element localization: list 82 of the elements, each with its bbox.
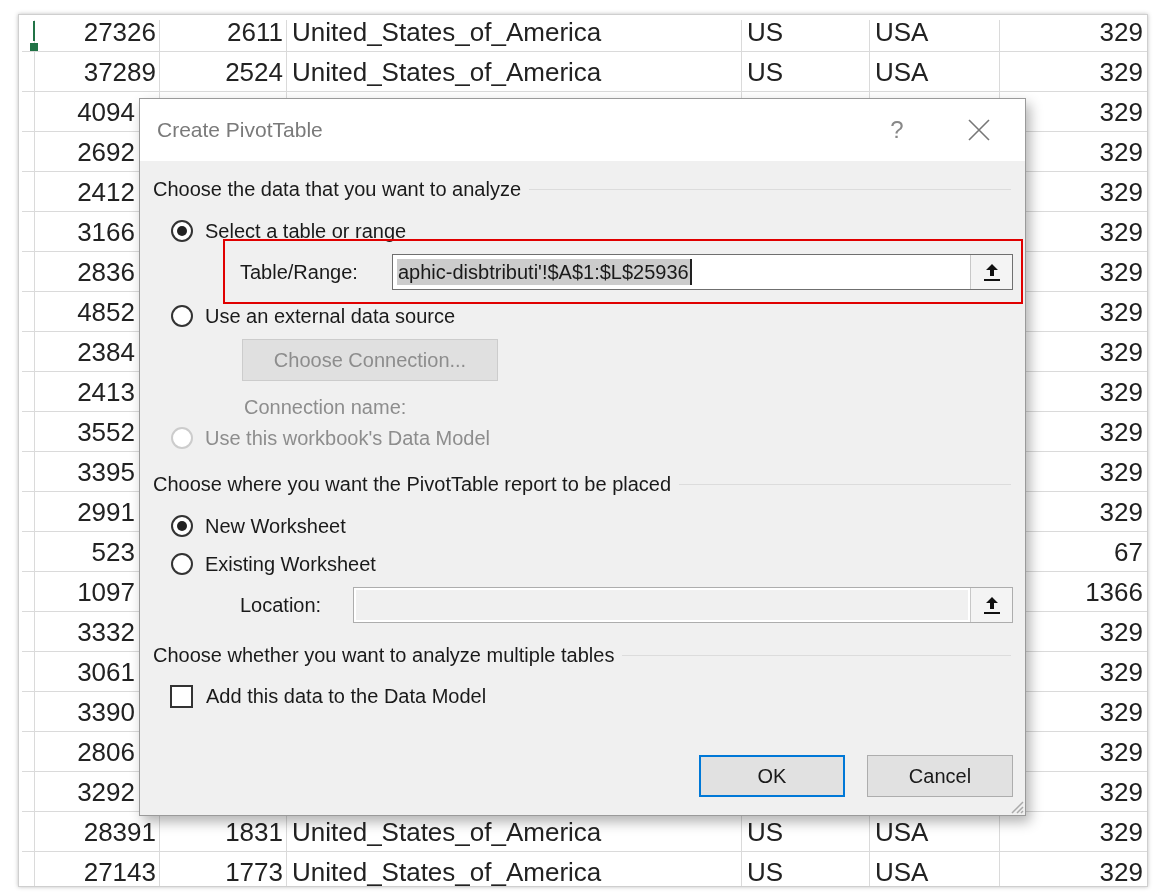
- checkbox-option[interactable]: Add this data to the Data Model: [170, 684, 1011, 708]
- table-cell: 329: [1099, 378, 1143, 405]
- table-cell: United_States_of_America: [292, 858, 602, 885]
- table-cell: 523: [91, 538, 135, 565]
- section-heading: Choose where you want the PivotTable report to be placed: [153, 472, 672, 497]
- table-cell: USA: [875, 58, 929, 85]
- radio-option: Use this workbook's Data Model: [171, 426, 1011, 450]
- table-cell: 2384: [77, 338, 135, 365]
- table-cell: 329: [1099, 658, 1143, 685]
- table-cell: 1366: [1085, 578, 1143, 605]
- connection-name-label: Connection name:: [244, 395, 408, 416]
- table-cell: US: [747, 58, 784, 85]
- upload-arrow-icon: [982, 261, 1001, 282]
- ok-button[interactable]: OK: [699, 755, 845, 797]
- table-cell: US: [747, 858, 784, 885]
- table-cell: 329: [1099, 778, 1143, 805]
- table-cell: 329: [1099, 458, 1143, 485]
- table-cell: 37289: [83, 58, 156, 85]
- table-cell: US: [747, 20, 784, 45]
- table-cell: 329: [1099, 418, 1143, 445]
- table-cell: 329: [1099, 818, 1143, 845]
- table-cell: 329: [1099, 178, 1143, 205]
- cancel-button[interactable]: Cancel: [867, 755, 1013, 797]
- field-label: Location:: [240, 592, 323, 618]
- table-cell: 329: [1099, 698, 1143, 725]
- table-cell: 329: [1099, 298, 1143, 325]
- table-cell: 329: [1099, 20, 1143, 45]
- table-cell: 1773: [225, 858, 283, 885]
- table-cell: 28391: [83, 818, 156, 845]
- table-cell: 67: [1114, 538, 1143, 565]
- table-cell: 3395: [77, 458, 135, 485]
- table-cell: 329: [1099, 738, 1143, 765]
- table-cell: 3292: [77, 778, 135, 805]
- table-cell: 4094: [77, 98, 135, 125]
- table-cell: 2412: [77, 178, 135, 205]
- table-cell: 329: [1099, 218, 1143, 245]
- table-cell: 2836: [77, 258, 135, 285]
- field-label: Table/Range:: [240, 259, 359, 285]
- table-cell: United_States_of_America: [292, 58, 602, 85]
- selection-handle-icon[interactable]: [30, 21, 38, 51]
- section-heading: Choose the data that you want to analyze: [153, 177, 522, 202]
- table-cell: 3390: [77, 698, 135, 725]
- range-select-button[interactable]: [970, 254, 1012, 289]
- table-cell: 1831: [225, 818, 283, 845]
- section-heading: Choose whether you want to analyze multiple tables: [153, 643, 615, 668]
- table-cell: 329: [1099, 258, 1143, 285]
- table-cell: 329: [1099, 98, 1143, 125]
- table-cell: 27326: [83, 20, 156, 45]
- table-cell: 3061: [77, 658, 135, 685]
- table-cell: US: [747, 818, 784, 845]
- table-cell: 2413: [77, 378, 135, 405]
- table-cell: 3332: [77, 618, 135, 645]
- table-cell: 27143: [83, 858, 156, 885]
- upload-arrow-icon: [982, 594, 1001, 615]
- table-cell: 329: [1099, 858, 1143, 885]
- table-cell: United_States_of_America: [292, 818, 602, 845]
- table-cell: 2692: [77, 138, 135, 165]
- table-cell: 2806: [77, 738, 135, 765]
- radio-option[interactable]: New Worksheet: [171, 514, 1011, 538]
- table-cell: USA: [875, 20, 929, 45]
- close-icon[interactable]: [967, 118, 991, 142]
- table-cell: 1097: [77, 578, 135, 605]
- radio-option[interactable]: Use an external data source: [171, 304, 1011, 328]
- table-cell: 329: [1099, 618, 1143, 645]
- table-cell: United_States_of_America: [292, 20, 602, 45]
- radio-option[interactable]: Existing Worksheet: [171, 552, 1011, 576]
- table-cell: 329: [1099, 138, 1143, 165]
- table-cell: 3166: [77, 218, 135, 245]
- table-cell: 2991: [77, 498, 135, 525]
- table-cell: 2611: [227, 20, 283, 45]
- table-cell: 329: [1099, 338, 1143, 365]
- table-cell: 329: [1099, 58, 1143, 85]
- table-cell: 4852: [77, 298, 135, 325]
- table-cell: 329: [1099, 498, 1143, 525]
- table-cell: USA: [875, 818, 929, 845]
- table-cell: 3552: [77, 418, 135, 445]
- help-button[interactable]: ?: [877, 112, 917, 148]
- window-title: Create PivotTable: [157, 117, 324, 144]
- table-cell: 2524: [225, 58, 283, 85]
- radio-option[interactable]: Select a table or range: [171, 219, 1011, 243]
- input-field[interactable]: aphic-disbtributi'!$A$1:$L$25936: [392, 253, 1013, 290]
- table-cell: USA: [875, 858, 929, 885]
